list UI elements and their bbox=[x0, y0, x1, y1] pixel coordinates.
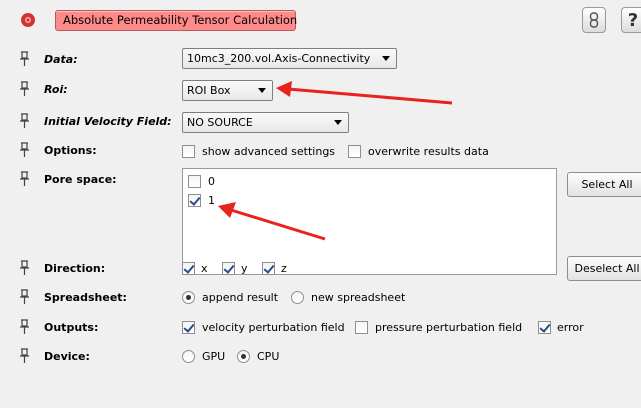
pin-icon[interactable] bbox=[19, 348, 30, 364]
cpu-radio[interactable] bbox=[237, 350, 250, 363]
direction-z-label: z bbox=[281, 262, 287, 275]
pressure-perturbation-label: pressure perturbation field bbox=[375, 321, 523, 334]
pin-icon[interactable] bbox=[19, 171, 30, 187]
help-icon: ? bbox=[627, 9, 639, 31]
show-advanced-label: show advanced settings bbox=[202, 145, 336, 158]
data-select-value: 10mc3_200.vol.Axis-Connectivity bbox=[187, 52, 371, 65]
show-advanced-checkbox[interactable] bbox=[182, 145, 195, 158]
annotation-arrow-roi bbox=[287, 87, 453, 105]
pin-icon[interactable] bbox=[19, 319, 30, 335]
direction-y-checkbox[interactable] bbox=[222, 262, 235, 275]
pin-icon[interactable] bbox=[19, 289, 30, 305]
direction-y-label: y bbox=[241, 262, 248, 275]
pin-icon[interactable] bbox=[19, 260, 30, 276]
module-title[interactable]: Absolute Permeability Tensor Calculation bbox=[55, 10, 297, 31]
pin-icon[interactable] bbox=[19, 81, 30, 97]
roi-select[interactable]: ROI Box bbox=[182, 80, 273, 101]
pin-icon[interactable] bbox=[19, 142, 30, 158]
pressure-perturbation-checkbox[interactable] bbox=[355, 321, 368, 334]
pore-space-label: Pore space: bbox=[44, 173, 117, 186]
link-icon bbox=[589, 12, 599, 28]
deselect-all-button[interactable]: Deselect All bbox=[567, 256, 641, 281]
pin-icon[interactable] bbox=[19, 51, 30, 67]
new-spreadsheet-label: new spreadsheet bbox=[311, 291, 406, 304]
error-label: error bbox=[557, 321, 584, 334]
direction-z-checkbox[interactable] bbox=[262, 262, 275, 275]
spreadsheet-label: Spreadsheet: bbox=[44, 291, 127, 304]
overwrite-label: overwrite results data bbox=[368, 145, 489, 158]
gpu-radio[interactable] bbox=[182, 350, 195, 363]
error-checkbox[interactable] bbox=[538, 321, 551, 334]
annotation-arrowhead-roi bbox=[276, 81, 292, 97]
direction-label: Direction: bbox=[44, 262, 106, 275]
pore-space-item-0-label: 0 bbox=[208, 175, 215, 188]
module-gear-icon bbox=[20, 12, 36, 28]
roi-label: Roi: bbox=[44, 83, 68, 96]
initial-velocity-label: Initial Velocity Field: bbox=[44, 115, 172, 128]
direction-x-checkbox[interactable] bbox=[182, 262, 195, 275]
chevron-down-icon bbox=[334, 120, 342, 125]
append-result-label: append result bbox=[202, 291, 279, 304]
velocity-perturbation-checkbox[interactable] bbox=[182, 321, 195, 334]
initial-velocity-select[interactable]: NO SOURCE bbox=[182, 112, 349, 133]
direction-x-label: x bbox=[201, 262, 208, 275]
data-label: Data: bbox=[44, 53, 78, 66]
pore-space-list[interactable] bbox=[182, 168, 557, 275]
pin-icon[interactable] bbox=[19, 113, 30, 129]
initial-velocity-select-value: NO SOURCE bbox=[187, 116, 253, 129]
data-select[interactable]: 10mc3_200.vol.Axis-Connectivity bbox=[182, 48, 397, 69]
select-all-button[interactable]: Select All bbox=[567, 172, 641, 197]
pore-space-item-1-label: 1 bbox=[208, 194, 215, 207]
gpu-label: GPU bbox=[202, 350, 226, 363]
velocity-perturbation-label: velocity perturbation field bbox=[202, 321, 345, 334]
append-result-radio[interactable] bbox=[182, 291, 195, 304]
cpu-label: CPU bbox=[257, 350, 280, 363]
help-button[interactable]: ? bbox=[621, 7, 641, 33]
pore-space-item-0-checkbox[interactable] bbox=[188, 175, 201, 188]
options-label: Options: bbox=[44, 144, 97, 157]
device-label: Device: bbox=[44, 350, 90, 363]
overwrite-checkbox[interactable] bbox=[348, 145, 361, 158]
link-button[interactable] bbox=[582, 7, 606, 33]
new-spreadsheet-radio[interactable] bbox=[291, 291, 304, 304]
chevron-down-icon bbox=[258, 88, 266, 93]
pore-space-item-1-checkbox[interactable] bbox=[188, 194, 201, 207]
chevron-down-icon bbox=[382, 56, 390, 61]
roi-select-value: ROI Box bbox=[187, 84, 231, 97]
outputs-label: Outputs: bbox=[44, 321, 99, 334]
